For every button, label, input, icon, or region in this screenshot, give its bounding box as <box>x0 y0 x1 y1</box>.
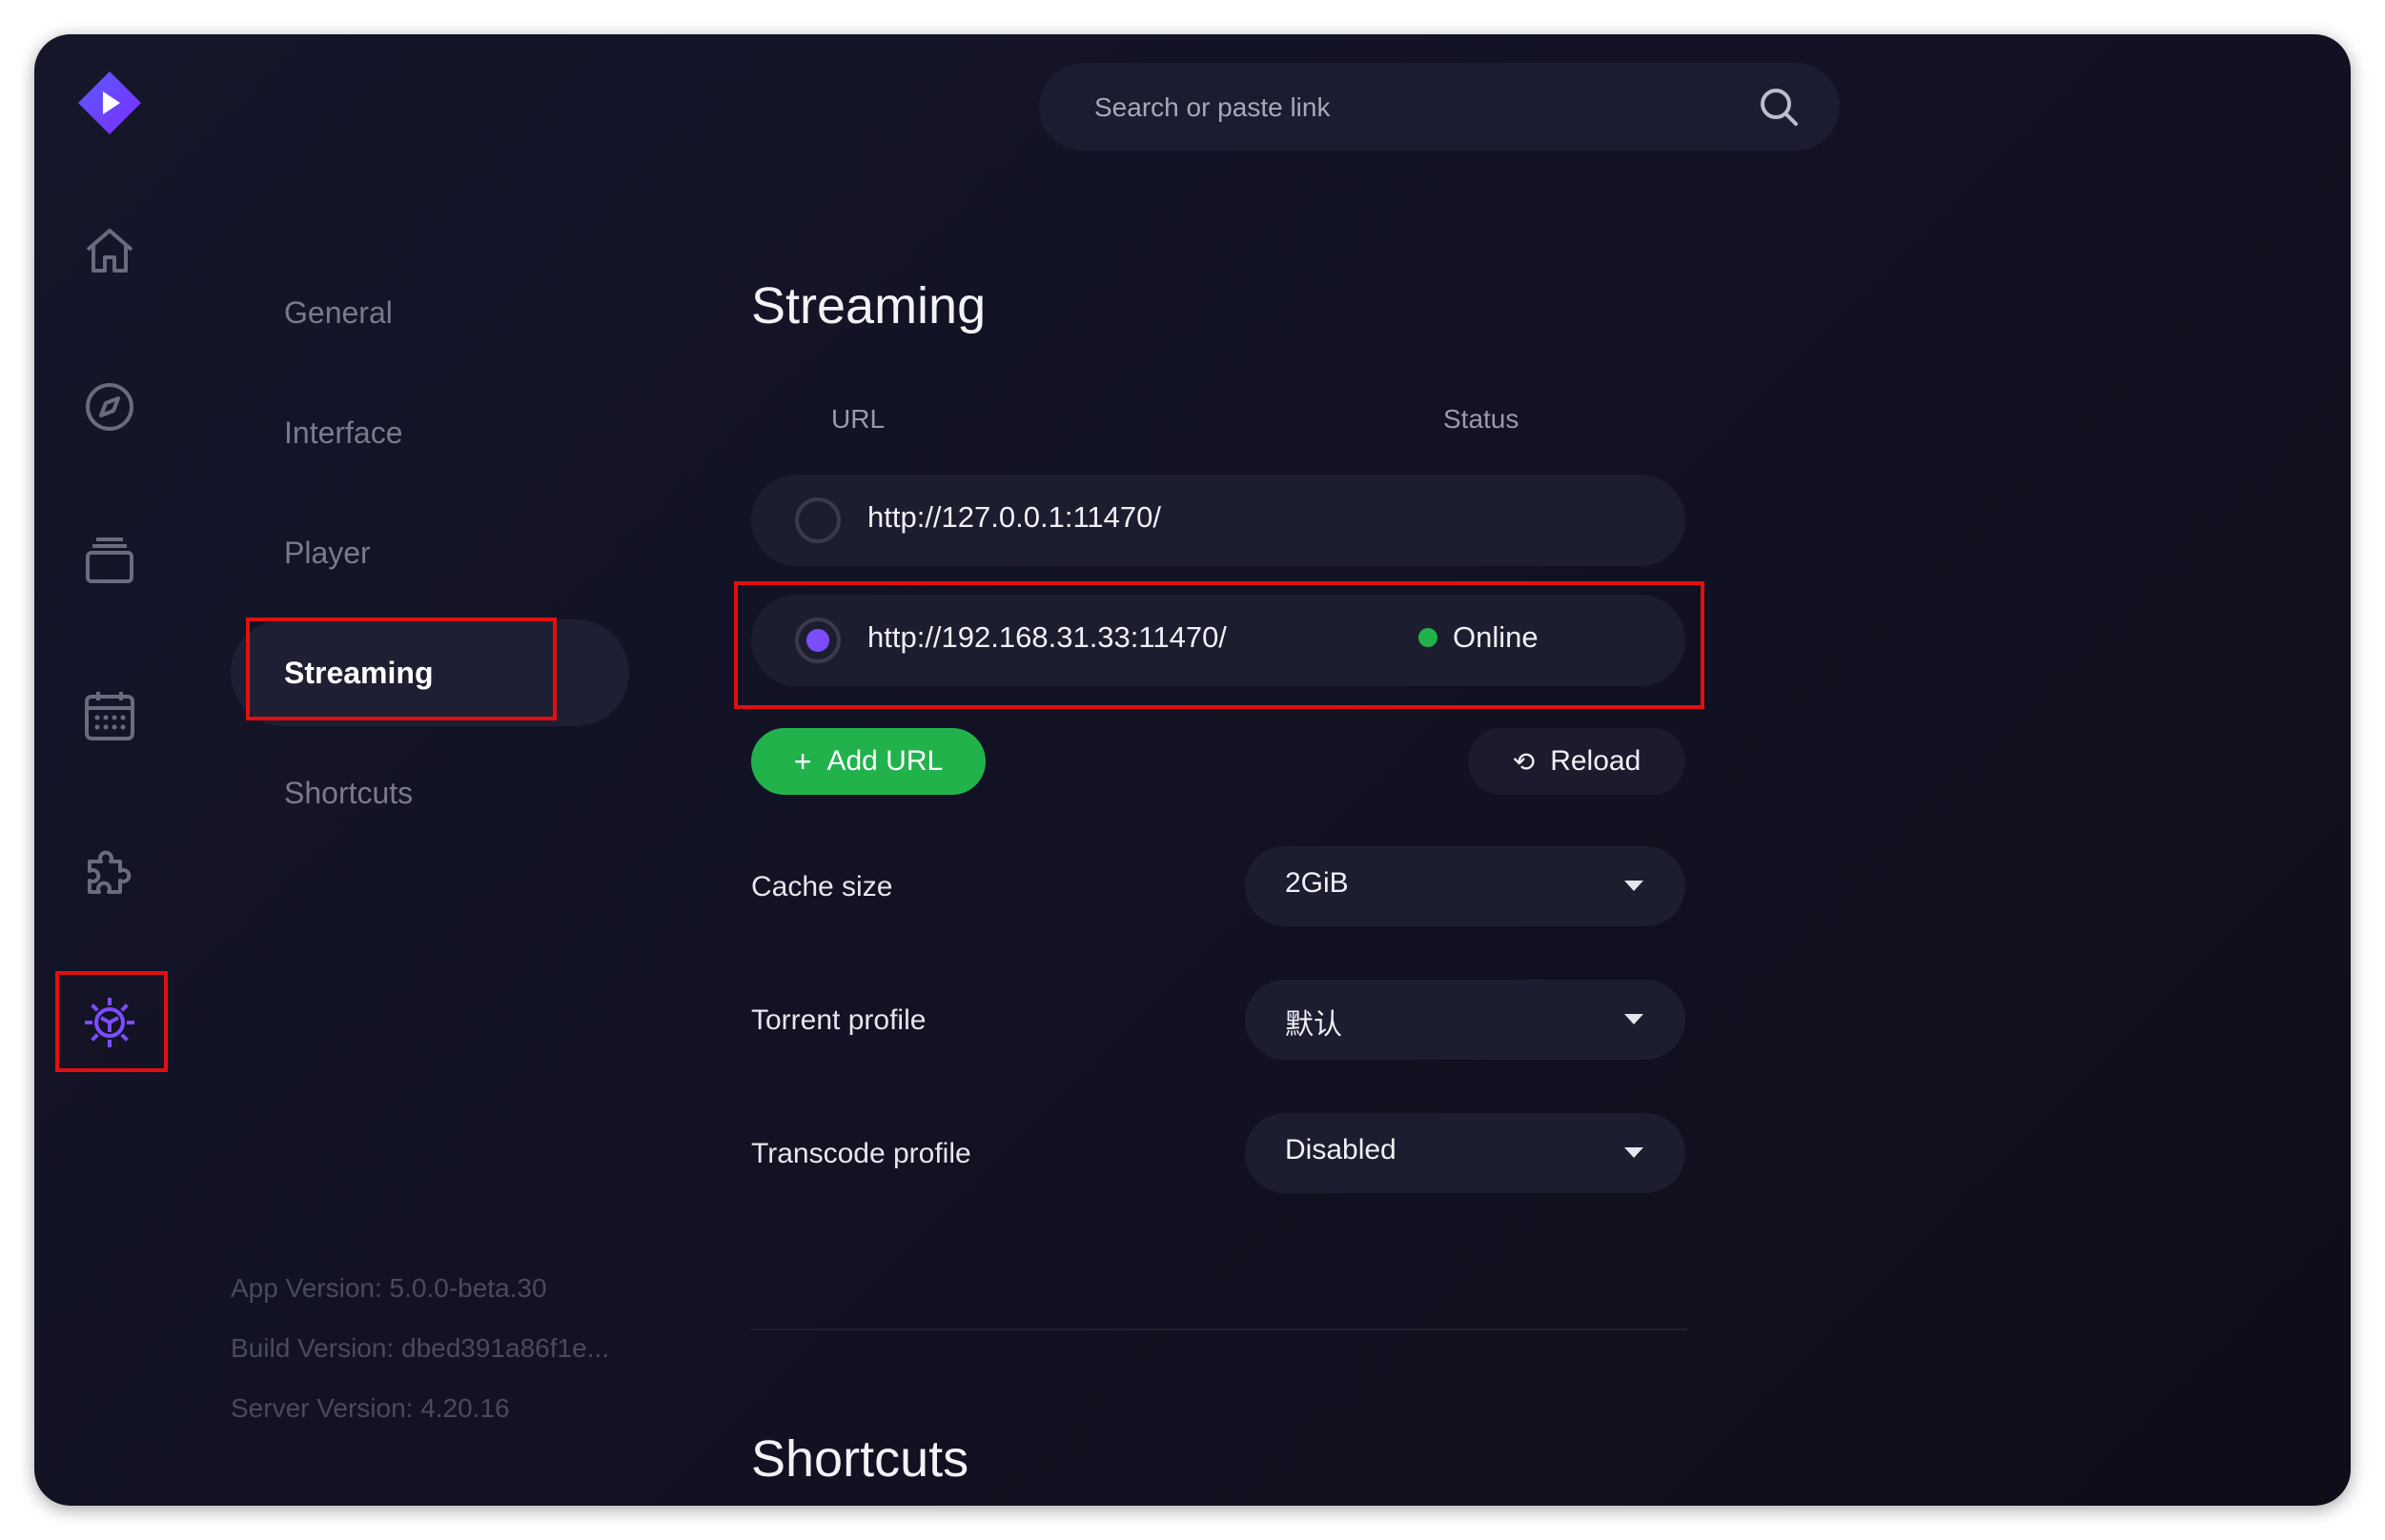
add-url-label: Add URL <box>826 745 944 777</box>
server-version: Server Version: 4.20.16 <box>231 1393 510 1423</box>
add-url-button[interactable]: + Add URL <box>751 728 986 795</box>
chevron-down-icon <box>1624 881 1643 891</box>
settings-highlight-box <box>55 971 168 1072</box>
chevron-down-icon <box>1624 1014 1643 1024</box>
addons-icon[interactable] <box>76 839 143 905</box>
section-title-shortcuts: Shortcuts <box>751 1430 969 1488</box>
transcode-profile-select[interactable]: Disabled <box>1245 1113 1685 1193</box>
nav-item-general[interactable]: General <box>284 295 393 331</box>
url-text: http://127.0.0.1:11470/ <box>867 500 1161 534</box>
search-input[interactable] <box>1092 63 1744 152</box>
section-divider <box>751 1328 1687 1330</box>
column-header-status: Status <box>1443 404 1519 434</box>
streaming-highlight-box <box>246 618 557 720</box>
section-title-streaming: Streaming <box>751 277 987 334</box>
reload-icon: ⟲ <box>1512 746 1536 777</box>
torrent-profile-label: Torrent profile <box>751 1004 927 1036</box>
build-version: Build Version: dbed391a86f1e... <box>231 1333 609 1363</box>
nav-item-player[interactable]: Player <box>284 536 371 571</box>
library-icon[interactable] <box>76 528 143 595</box>
nav-item-shortcuts[interactable]: Shortcuts <box>284 776 413 811</box>
nav-item-interface[interactable]: Interface <box>284 415 403 451</box>
search-icon[interactable] <box>1758 86 1800 128</box>
reload-label: Reload <box>1550 745 1641 777</box>
chevron-down-icon <box>1624 1147 1643 1158</box>
torrent-profile-value: 默认 <box>1285 1009 1342 1041</box>
selected-url-highlight-box <box>734 581 1704 709</box>
compass-icon[interactable] <box>76 374 143 440</box>
torrent-profile-select[interactable]: 默认 <box>1245 980 1685 1060</box>
cache-size-select[interactable]: 2GiB <box>1245 846 1685 926</box>
search-bar <box>1039 63 1840 152</box>
cache-size-label: Cache size <box>751 871 893 902</box>
calendar-icon[interactable] <box>76 682 143 749</box>
app-logo[interactable] <box>76 70 143 136</box>
transcode-profile-value: Disabled <box>1285 1134 1396 1165</box>
reload-button[interactable]: ⟲ Reload <box>1468 728 1685 795</box>
cache-size-value: 2GiB <box>1285 867 1349 899</box>
app-window: General Interface Player Streaming Short… <box>34 34 2351 1506</box>
app-version: App Version: 5.0.0-beta.30 <box>231 1273 547 1303</box>
url-radio[interactable] <box>795 497 841 543</box>
column-header-url: URL <box>831 404 886 434</box>
home-icon[interactable] <box>76 217 143 284</box>
url-row[interactable]: http://127.0.0.1:11470/ <box>751 475 1685 566</box>
transcode-profile-label: Transcode profile <box>751 1138 971 1169</box>
plus-icon: + <box>793 743 812 779</box>
